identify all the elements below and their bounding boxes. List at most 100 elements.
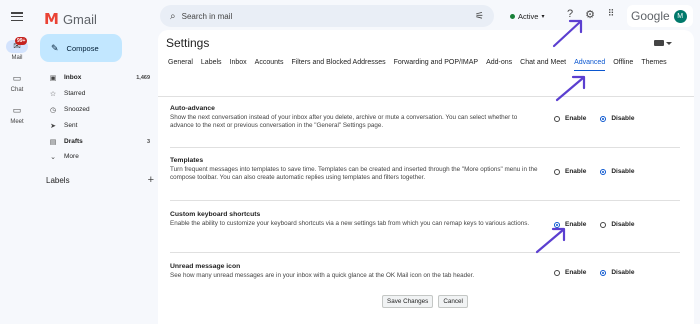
gmail-logo[interactable]: M Gmail xyxy=(44,10,97,28)
nav-label: Snoozed xyxy=(64,106,90,113)
menu-icon[interactable] xyxy=(11,12,23,22)
nav-label: Drafts xyxy=(64,138,83,145)
radio-label: Enable xyxy=(565,115,587,122)
cancel-button[interactable]: Cancel xyxy=(438,295,468,308)
search-icon[interactable]: ⌕ xyxy=(170,11,176,22)
radio-circle[interactable] xyxy=(554,115,560,122)
tab-offline[interactable]: Offline xyxy=(613,59,633,69)
setting-title: Auto-advance xyxy=(170,105,215,112)
search-options-icon[interactable]: ⚟ xyxy=(475,11,484,22)
clock-icon: ◷ xyxy=(49,106,57,114)
radio-label: Enable xyxy=(565,168,587,175)
inbox-icon: ▣ xyxy=(49,74,57,82)
apps-grid-icon[interactable]: ⠿ xyxy=(603,8,619,19)
rail-label-mail: Mail xyxy=(11,55,23,61)
nav-label: Inbox xyxy=(64,74,82,81)
section-divider xyxy=(170,147,680,148)
help-icon[interactable]: ? xyxy=(562,8,578,20)
radio-circle[interactable] xyxy=(554,269,560,276)
setting-title: Custom keyboard shortcuts xyxy=(170,211,261,218)
section-divider xyxy=(170,200,680,201)
status-selector[interactable]: Active ▾ xyxy=(505,8,549,24)
status-label: Active xyxy=(518,11,539,21)
app-rail: ✉ Mail 99+ ▭ Chat ▭ Meet xyxy=(0,0,34,324)
radio-circle[interactable] xyxy=(554,221,560,228)
radio-circle[interactable] xyxy=(554,168,560,175)
auto-advance-disable-radio[interactable]: Disable xyxy=(600,115,634,122)
unread-badge: 99+ xyxy=(15,37,28,45)
nav-count: 1,469 xyxy=(136,74,150,81)
nav-label: Starred xyxy=(64,90,86,97)
unread-icon-enable-radio[interactable]: Enable xyxy=(554,269,586,276)
unread-icon-options: Enable Disable xyxy=(554,269,634,276)
tab-themes[interactable]: Themes xyxy=(641,59,666,69)
draft-icon: ▤ xyxy=(49,138,57,146)
setting-description: Show the next conversation instead of yo… xyxy=(170,114,518,130)
radio-label: Disable xyxy=(611,269,635,276)
input-tools-icon[interactable] xyxy=(654,40,672,46)
nav-label: Sent xyxy=(64,122,78,129)
tab-forwarding[interactable]: Forwarding and POP/IMAP xyxy=(394,59,478,69)
tab-chat-meet[interactable]: Chat and Meet xyxy=(520,59,566,69)
custom-shortcuts-enable-radio[interactable]: Enable xyxy=(554,221,586,228)
labels-header: Labels + xyxy=(46,175,154,186)
nav-item-inbox[interactable]: ▣ Inbox 1,469 xyxy=(40,71,156,84)
settings-panel: Settings General Labels Inbox Accounts F… xyxy=(158,30,694,324)
nav-item-starred[interactable]: ☆ Starred xyxy=(40,87,156,100)
chevron-down-icon: ⌄ xyxy=(50,153,56,161)
rail-item-meet[interactable]: ▭ Meet xyxy=(0,104,34,125)
radio-circle[interactable] xyxy=(600,269,607,276)
settings-gear-icon[interactable]: ⚙ xyxy=(582,8,598,21)
radio-label: Disable xyxy=(611,221,635,228)
form-buttons: Save Changes Cancel xyxy=(382,295,468,308)
nav-item-drafts[interactable]: ▤ Drafts 3 xyxy=(40,135,156,148)
rail-item-chat[interactable]: ▭ Chat xyxy=(0,72,34,93)
nav-count: 3 xyxy=(146,138,150,145)
avatar[interactable]: M xyxy=(673,9,687,23)
gmail-wordmark: Gmail xyxy=(62,11,97,27)
unread-icon-disable-radio[interactable]: Disable xyxy=(600,269,634,276)
account-area[interactable]: Google M xyxy=(627,5,693,27)
search-bar[interactable]: ⌕ Search in mail ⚟ xyxy=(160,5,494,27)
custom-shortcuts-disable-radio[interactable]: Disable xyxy=(600,221,634,228)
compose-label: Compose xyxy=(66,43,99,53)
add-label-icon[interactable]: + xyxy=(148,175,154,186)
setting-description: Enable the ability to customize your key… xyxy=(170,220,530,227)
custom-shortcuts-options: Enable Disable xyxy=(554,221,634,228)
nav-item-sent[interactable]: ➤ Sent xyxy=(40,119,156,132)
settings-tabs: General Labels Inbox Accounts Filters an… xyxy=(168,59,688,71)
tab-inbox[interactable]: Inbox xyxy=(230,59,247,69)
google-logo: Google xyxy=(631,9,670,23)
tab-advanced[interactable]: Advanced xyxy=(574,59,606,71)
tab-general[interactable]: General xyxy=(168,59,193,69)
auto-advance-options: Enable Disable xyxy=(554,115,634,122)
nav-item-more[interactable]: ⌄ More xyxy=(40,150,156,163)
tab-labels[interactable]: Labels xyxy=(201,59,222,69)
radio-circle[interactable] xyxy=(600,168,607,175)
auto-advance-enable-radio[interactable]: Enable xyxy=(554,115,586,122)
templates-options: Enable Disable xyxy=(554,168,634,175)
templates-enable-radio[interactable]: Enable xyxy=(554,168,586,175)
radio-label: Enable xyxy=(565,269,587,276)
tab-filters[interactable]: Filters and Blocked Addresses xyxy=(291,59,385,69)
nav-label: More xyxy=(64,153,79,160)
tab-addons[interactable]: Add-ons xyxy=(486,59,512,69)
tabs-divider xyxy=(158,96,694,97)
search-input[interactable]: Search in mail xyxy=(182,12,475,21)
rail-label-meet: Meet xyxy=(10,119,24,125)
compose-button[interactable]: ✎ Compose xyxy=(40,34,122,62)
radio-label: Disable xyxy=(611,115,635,122)
nav-item-snoozed[interactable]: ◷ Snoozed xyxy=(40,103,156,116)
pencil-icon: ✎ xyxy=(51,42,59,53)
setting-description: See how many unread messages are in your… xyxy=(170,272,475,279)
radio-circle[interactable] xyxy=(600,221,607,228)
status-dot xyxy=(510,13,515,19)
gmail-m-icon: M xyxy=(44,10,59,28)
save-changes-button[interactable]: Save Changes xyxy=(382,295,434,308)
radio-label: Disable xyxy=(611,168,635,175)
page-title: Settings xyxy=(166,36,210,50)
radio-circle[interactable] xyxy=(600,115,607,122)
tab-accounts[interactable]: Accounts xyxy=(255,59,284,69)
send-icon: ➤ xyxy=(50,122,56,130)
templates-disable-radio[interactable]: Disable xyxy=(600,168,634,175)
